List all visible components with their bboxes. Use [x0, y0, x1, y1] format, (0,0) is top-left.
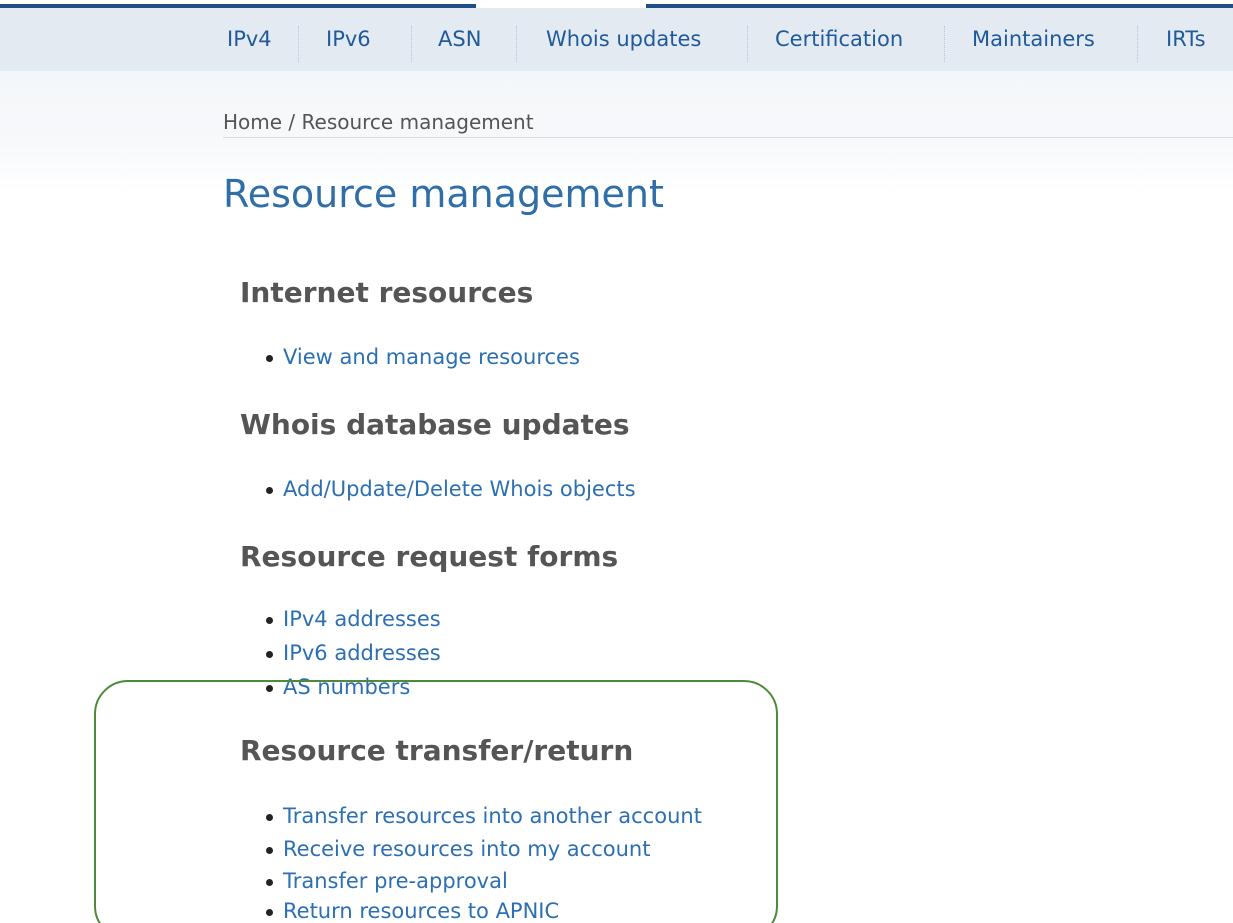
page-title: Resource management	[223, 172, 664, 216]
link-label[interactable]: IPv6 addresses	[283, 641, 441, 665]
link-transfer-pre-approval[interactable]: Transfer pre-approval	[266, 869, 508, 893]
nav-separator	[1137, 26, 1139, 62]
bullet-icon	[266, 879, 273, 886]
nav-item-whois-updates[interactable]: Whois updates	[546, 8, 701, 71]
bullet-icon	[266, 617, 273, 624]
link-label[interactable]: Transfer pre-approval	[283, 869, 508, 893]
link-return-resources-apnic[interactable]: Return resources to APNIC	[266, 899, 559, 923]
nav-separator	[747, 26, 749, 62]
breadcrumb-divider	[223, 137, 1233, 138]
link-label[interactable]: Receive resources into my account	[283, 837, 650, 861]
breadcrumb: Home / Resource management	[223, 110, 534, 134]
link-label[interactable]: Return resources to APNIC	[283, 899, 559, 923]
nav-separator	[944, 26, 946, 62]
nav-item-irts[interactable]: IRTs	[1166, 8, 1206, 71]
link-view-manage-resources[interactable]: View and manage resources	[266, 345, 580, 369]
section-heading-resource-request-forms: Resource request forms	[240, 540, 619, 573]
nav-separator	[411, 26, 413, 62]
link-as-numbers[interactable]: AS numbers	[266, 675, 410, 699]
bullet-icon	[266, 814, 273, 821]
bullet-icon	[266, 651, 273, 658]
bullet-icon	[266, 685, 273, 692]
link-label[interactable]: AS numbers	[283, 675, 410, 699]
link-label[interactable]: View and manage resources	[283, 345, 580, 369]
link-label[interactable]: IPv4 addresses	[283, 607, 441, 631]
link-ipv4-addresses[interactable]: IPv4 addresses	[266, 607, 441, 631]
section-heading-resource-transfer-return: Resource transfer/return	[240, 734, 634, 767]
bullet-icon	[266, 847, 273, 854]
top-accent-strip	[0, 0, 1233, 9]
nav-item-certification[interactable]: Certification	[775, 8, 903, 71]
nav-item-maintainers[interactable]: Maintainers	[972, 8, 1095, 71]
link-label[interactable]: Add/Update/Delete Whois objects	[283, 477, 636, 501]
bullet-icon	[266, 355, 273, 362]
link-transfer-resources-another-account[interactable]: Transfer resources into another account	[266, 804, 702, 828]
bullet-icon	[266, 909, 273, 916]
nav-separator	[298, 26, 300, 62]
nav-item-asn[interactable]: ASN	[438, 8, 481, 71]
link-add-update-delete-whois[interactable]: Add/Update/Delete Whois objects	[266, 477, 636, 501]
nav-item-ipv4[interactable]: IPv4	[227, 8, 272, 71]
page: IPv4 IPv6 ASN Whois updates Certificatio…	[0, 0, 1233, 923]
link-label[interactable]: Transfer resources into another account	[283, 804, 702, 828]
nav-separator	[516, 26, 518, 62]
section-heading-internet-resources: Internet resources	[240, 276, 534, 309]
link-receive-resources-my-account[interactable]: Receive resources into my account	[266, 837, 650, 861]
nav-item-ipv6[interactable]: IPv6	[326, 8, 371, 71]
link-ipv6-addresses[interactable]: IPv6 addresses	[266, 641, 441, 665]
section-heading-whois-database-updates: Whois database updates	[240, 408, 630, 441]
bullet-icon	[266, 487, 273, 494]
